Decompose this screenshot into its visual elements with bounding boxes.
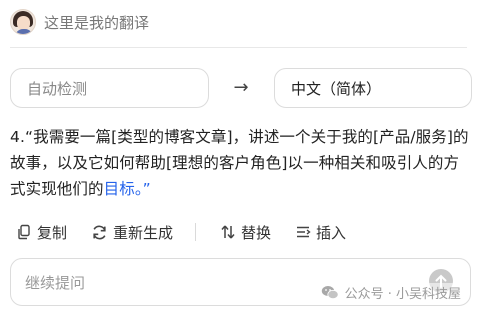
watermark: 公众号 · 小吴科技屋 bbox=[318, 283, 463, 302]
insert-label: 插入 bbox=[316, 223, 347, 242]
result-text: 4.“我需要一篇[类型的博客文章]，讲述一个关于我的[产品/服务]的故事，以及它… bbox=[10, 128, 469, 198]
swap-icon bbox=[221, 225, 235, 239]
copy-icon bbox=[18, 224, 30, 240]
header-title: 这里是我的翻译 bbox=[44, 13, 150, 32]
insert-button[interactable]: 插入 bbox=[295, 222, 346, 243]
insert-icon bbox=[297, 226, 311, 238]
header: 这里是我的翻译 bbox=[10, 8, 149, 36]
replace-label: 替换 bbox=[241, 223, 272, 242]
replace-button[interactable]: 替换 bbox=[220, 222, 271, 243]
followup-placeholder: 继续提问 bbox=[25, 273, 86, 292]
copy-button[interactable]: 复制 bbox=[16, 222, 67, 243]
refresh-icon bbox=[93, 225, 106, 239]
source-language-label: 自动检测 bbox=[27, 79, 88, 98]
action-separator bbox=[195, 223, 197, 241]
copy-label: 复制 bbox=[37, 223, 68, 242]
action-bar: 复制 重新生成 替换 插入 bbox=[16, 220, 370, 244]
result-end: 。” bbox=[134, 180, 151, 198]
avatar bbox=[10, 9, 36, 35]
target-language-select[interactable]: 中文（简体） bbox=[274, 68, 472, 108]
wechat-icon bbox=[321, 286, 339, 300]
regenerate-label: 重新生成 bbox=[113, 223, 174, 242]
watermark-text: 公众号 · 小吴科技屋 bbox=[344, 287, 461, 302]
arrow-right-icon[interactable]: → bbox=[230, 78, 252, 98]
translation-result: 4.“我需要一篇[类型的博客文章]，讲述一个关于我的[产品/服务]的故事，以及它… bbox=[10, 124, 470, 202]
divider bbox=[10, 47, 467, 48]
result-link[interactable]: 目标 bbox=[104, 180, 135, 198]
regenerate-button[interactable]: 重新生成 bbox=[91, 222, 173, 243]
source-language-select[interactable]: 自动检测 bbox=[10, 68, 209, 108]
target-language-label: 中文（简体） bbox=[291, 79, 382, 98]
